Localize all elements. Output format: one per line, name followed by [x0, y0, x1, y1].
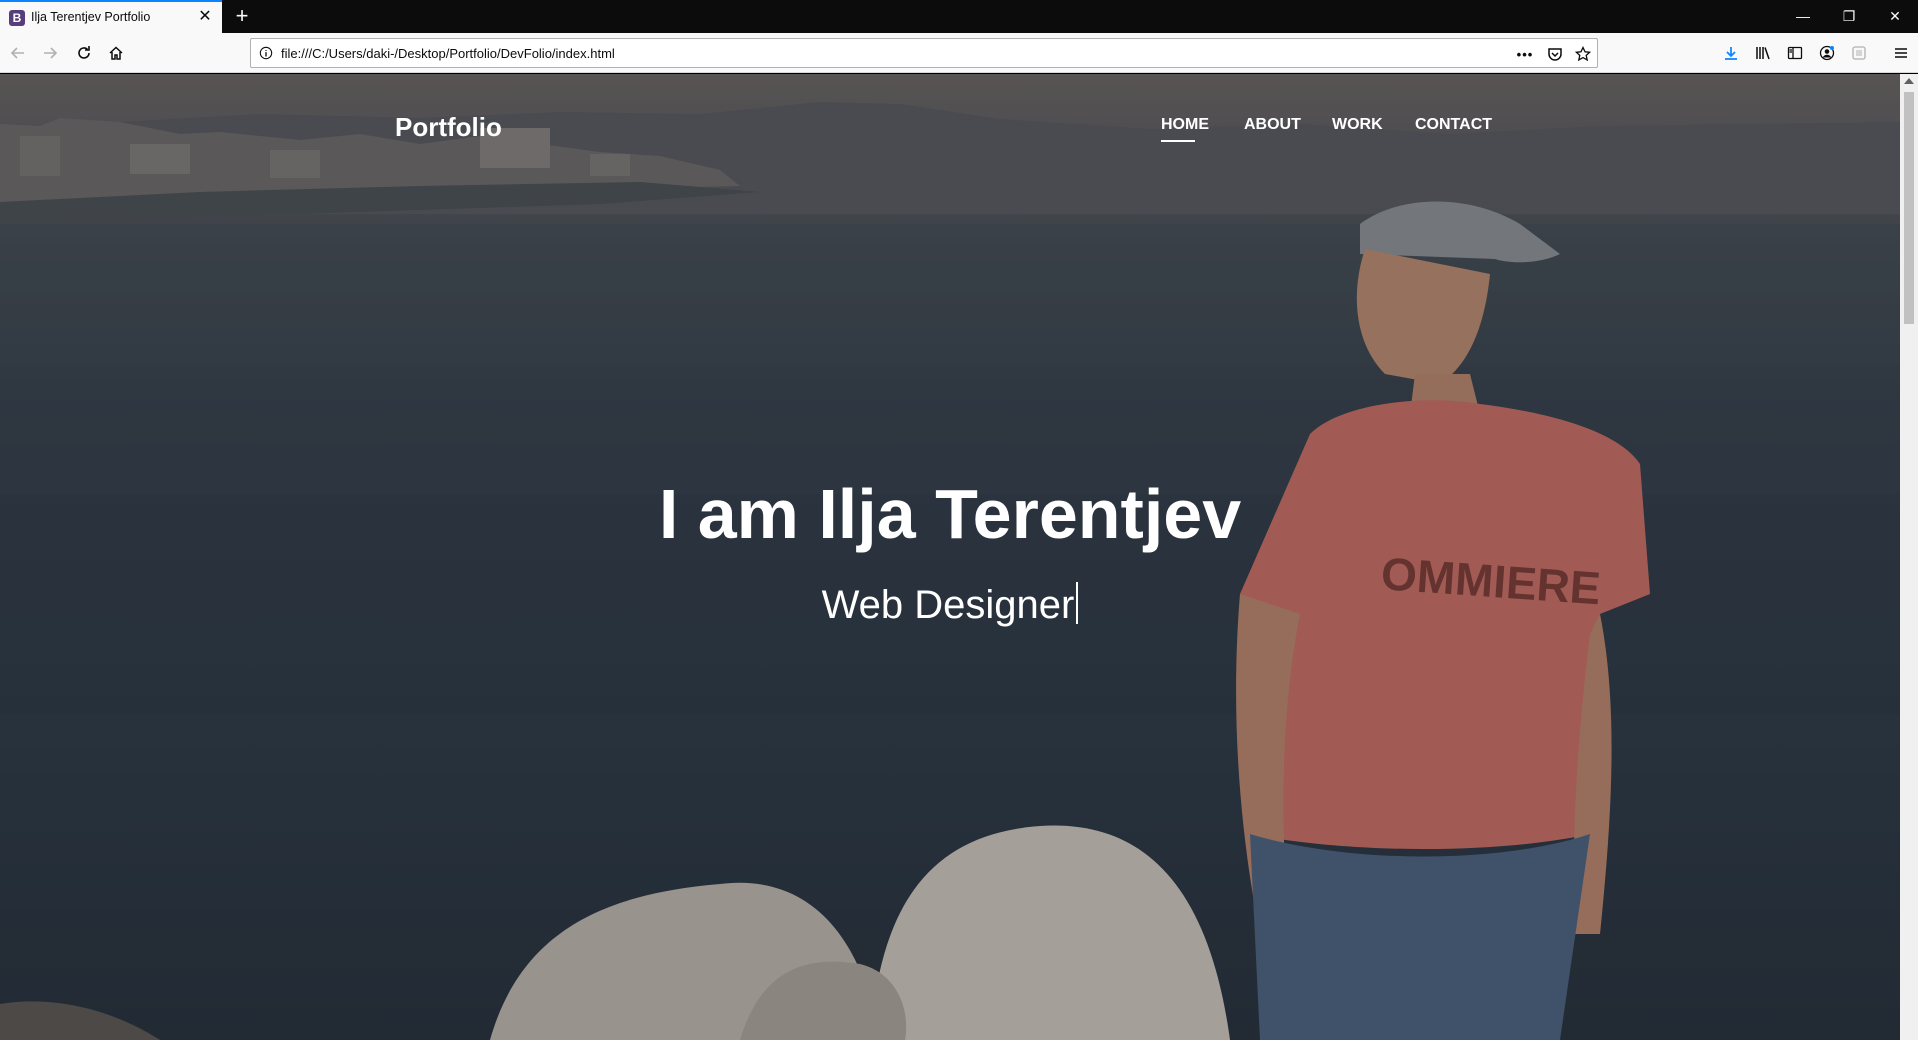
pocket-button[interactable]	[1545, 44, 1565, 64]
page-viewport: OMMIERE Portfolio HOME ABOUT WORK CONTAC…	[0, 74, 1900, 1040]
hero-subtitle-wrapper: Web Designer	[0, 582, 1900, 628]
hero-subtitle: Web Designer	[821, 583, 1075, 627]
scrollbar-thumb[interactable]	[1904, 92, 1914, 324]
account-icon	[1819, 45, 1835, 61]
forward-button[interactable]	[36, 39, 64, 67]
active-nav-indicator	[1161, 140, 1195, 142]
extension-icon	[1852, 46, 1866, 60]
star-icon	[1575, 46, 1591, 62]
library-icon	[1756, 47, 1770, 60]
tab-title: Ilja Terentjev Portfolio	[31, 10, 151, 24]
account-button[interactable]	[1816, 42, 1838, 64]
app-menu-button[interactable]	[1890, 42, 1912, 64]
hamburger-menu-icon	[1895, 48, 1907, 58]
reload-button[interactable]	[70, 39, 98, 67]
nav-link-work[interactable]: WORK	[1332, 116, 1383, 134]
tab-close-icon[interactable]: ✕	[196, 8, 214, 26]
back-button[interactable]	[4, 39, 32, 67]
window-close-button[interactable]: ✕	[1872, 0, 1918, 33]
new-tab-button[interactable]: +	[229, 3, 255, 29]
browser-tab[interactable]: B Ilja Terentjev Portfolio ✕	[0, 0, 222, 33]
hero-dark-overlay	[0, 74, 1900, 1040]
back-arrow-icon	[10, 47, 24, 59]
url-text[interactable]: file:///C:/Users/daki-/Desktop/Portfolio…	[281, 46, 615, 61]
page-scrollbar[interactable]	[1900, 74, 1918, 1040]
typing-caret	[1076, 582, 1079, 624]
sidebar-icon	[1787, 46, 1803, 60]
browser-titlebar: B Ilja Terentjev Portfolio ✕ + — ❐ ✕	[0, 0, 1918, 33]
page-actions-menu-button[interactable]: •••	[1515, 44, 1535, 64]
download-icon	[1725, 47, 1737, 60]
extension-button[interactable]	[1848, 42, 1870, 64]
site-header: Portfolio HOME ABOUT WORK CONTACT	[0, 74, 1900, 174]
scroll-up-arrow-icon[interactable]	[1904, 78, 1914, 84]
sidebar-button[interactable]	[1784, 42, 1806, 64]
bootstrap-favicon-icon: B	[9, 10, 25, 26]
window-minimize-button[interactable]: —	[1780, 0, 1826, 33]
hero-title: I am Ilja Terentjev	[658, 475, 1242, 553]
site-brand-logo[interactable]: Portfolio	[395, 112, 502, 143]
nav-link-contact[interactable]: CONTACT	[1415, 116, 1492, 134]
nav-link-about[interactable]: ABOUT	[1244, 116, 1301, 134]
reload-icon	[78, 46, 90, 59]
downloads-button[interactable]	[1720, 42, 1742, 64]
bookmark-star-button[interactable]	[1573, 44, 1593, 64]
window-restore-button[interactable]: ❐	[1826, 0, 1872, 33]
library-button[interactable]	[1752, 42, 1774, 64]
home-icon	[109, 46, 123, 60]
browser-toolbar: file:///C:/Users/daki-/Desktop/Portfolio…	[0, 33, 1918, 73]
pocket-icon	[1548, 48, 1562, 61]
forward-arrow-icon	[44, 47, 58, 59]
address-bar[interactable]: file:///C:/Users/daki-/Desktop/Portfolio…	[250, 38, 1598, 68]
info-icon[interactable]	[259, 46, 273, 60]
nav-link-home[interactable]: HOME	[1161, 116, 1209, 134]
home-button[interactable]	[102, 39, 130, 67]
